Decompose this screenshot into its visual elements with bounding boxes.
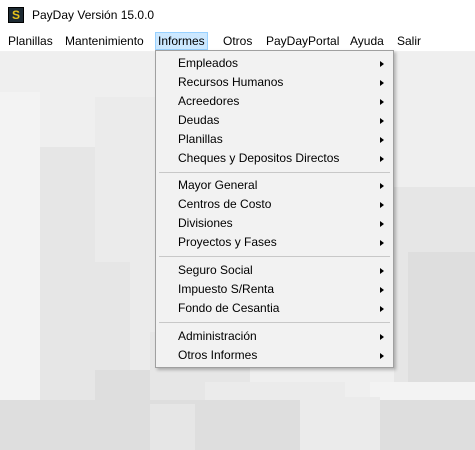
menu-item-otros-informes[interactable]: Otros Informes — [156, 346, 393, 365]
submenu-arrow-icon — [380, 353, 384, 359]
menu-paydayportal[interactable]: PayDayPortal — [264, 32, 341, 50]
menu-item-recursos-humanos[interactable]: Recursos Humanos — [156, 73, 393, 92]
menu-item-label: Empleados — [178, 56, 239, 70]
submenu-arrow-icon — [380, 240, 384, 246]
background-building — [0, 400, 475, 450]
background-building — [412, 420, 475, 450]
menu-item-cheques-depositos[interactable]: Cheques y Depositos Directos — [156, 149, 393, 168]
submenu-arrow-icon — [380, 306, 384, 312]
submenu-arrow-icon — [380, 183, 384, 189]
menu-item-acreedores[interactable]: Acreedores — [156, 92, 393, 111]
submenu-arrow-icon — [380, 118, 384, 124]
submenu-arrow-icon — [380, 99, 384, 105]
menu-item-divisiones[interactable]: Divisiones — [156, 214, 393, 233]
menu-planillas[interactable]: Planillas — [6, 32, 55, 50]
title-bar: S PayDay Versión 15.0.0 — [0, 0, 475, 31]
submenu-arrow-icon — [380, 156, 384, 162]
menu-item-label: Deudas — [178, 113, 220, 127]
menu-item-planillas[interactable]: Planillas — [156, 130, 393, 149]
menu-separator — [159, 256, 390, 257]
submenu-arrow-icon — [380, 287, 384, 293]
menu-item-label: Seguro Social — [178, 263, 253, 277]
window-title: PayDay Versión 15.0.0 — [32, 8, 155, 22]
submenu-arrow-icon — [380, 137, 384, 143]
menu-item-label: Divisiones — [178, 216, 233, 230]
menu-item-label: Mayor General — [178, 178, 258, 192]
menu-item-impuesto-renta[interactable]: Impuesto S/Renta — [156, 280, 393, 299]
menu-item-centros-de-costo[interactable]: Centros de Costo — [156, 195, 393, 214]
background-building — [150, 404, 195, 450]
menu-separator — [159, 322, 390, 323]
menu-item-mayor-general[interactable]: Mayor General — [156, 176, 393, 195]
submenu-arrow-icon — [380, 61, 384, 67]
menu-item-label: Recursos Humanos — [178, 75, 284, 89]
menu-item-label: Impuesto S/Renta — [178, 282, 275, 296]
submenu-arrow-icon — [380, 80, 384, 86]
menu-salir[interactable]: Salir — [395, 32, 423, 50]
menu-separator — [159, 172, 390, 173]
submenu-arrow-icon — [380, 268, 384, 274]
submenu-arrow-icon — [380, 221, 384, 227]
menu-item-administracion[interactable]: Administración — [156, 327, 393, 346]
menu-item-label: Acreedores — [178, 94, 240, 108]
menu-mantenimiento[interactable]: Mantenimiento — [63, 32, 146, 50]
submenu-arrow-icon — [380, 202, 384, 208]
background-building — [0, 92, 40, 450]
menu-item-seguro-social[interactable]: Seguro Social — [156, 261, 393, 280]
menu-item-label: Centros de Costo — [178, 197, 272, 211]
menu-informes[interactable]: Informes — [155, 32, 208, 50]
menu-item-label: Administración — [178, 329, 257, 343]
menu-item-label: Planillas — [178, 132, 223, 146]
menu-item-fondo-cesantia[interactable]: Fondo de Cesantia — [156, 299, 393, 318]
menu-item-label: Fondo de Cesantia — [178, 301, 280, 315]
menu-item-label: Proyectos y Fases — [178, 235, 277, 249]
submenu-arrow-icon — [380, 334, 384, 340]
menu-item-label: Otros Informes — [178, 348, 258, 362]
informes-dropdown-menu: Empleados Recursos Humanos Acreedores De… — [155, 50, 394, 368]
menu-bar: Planillas Mantenimiento Informes Otros P… — [0, 31, 475, 52]
menu-item-label: Cheques y Depositos Directos — [178, 151, 340, 165]
menu-item-proyectos-fases[interactable]: Proyectos y Fases — [156, 233, 393, 252]
menu-otros[interactable]: Otros — [221, 32, 254, 50]
menu-ayuda[interactable]: Ayuda — [348, 32, 386, 50]
payday-logo-icon[interactable]: S — [8, 7, 24, 23]
menu-item-empleados[interactable]: Empleados — [156, 54, 393, 73]
background-building — [300, 397, 380, 450]
menu-item-deudas[interactable]: Deudas — [156, 111, 393, 130]
